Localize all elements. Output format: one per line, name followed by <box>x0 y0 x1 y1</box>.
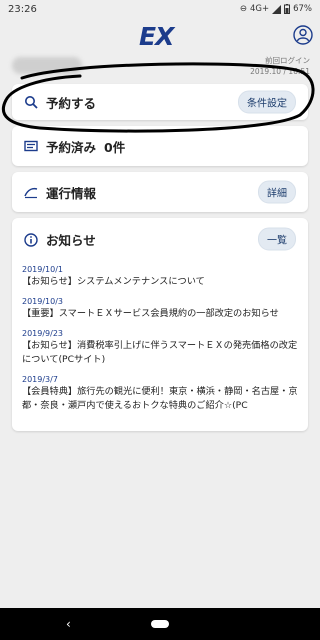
status-bar: 23:26 ⊖ 4G+ 67% <box>0 0 320 18</box>
home-icon[interactable] <box>151 620 169 628</box>
info-icon <box>24 232 38 247</box>
battery-level: 67% <box>293 4 312 14</box>
system-nav-bar: ‹ <box>0 608 320 640</box>
news-item[interactable]: 2019/3/7 【会員特典】旅行先の観光に便利！東京・横浜・静岡・名古屋・京都… <box>22 374 304 413</box>
ticket-icon <box>24 140 38 152</box>
operation-label: 運行情報 <box>46 185 97 201</box>
news-date: 2019/9/23 <box>22 329 64 338</box>
news-item[interactable]: 2019/10/1 【お知らせ】システムメンテナンスについて <box>22 264 304 289</box>
person-icon[interactable] <box>293 25 313 45</box>
news-text[interactable]: 【重要】スマートＥＸサービス会員規約の一部改定のお知らせ <box>22 307 304 321</box>
last-login-label: 前回ログイン <box>265 56 310 65</box>
news-list: 2019/10/1 【お知らせ】システムメンテナンスについて 2019/10/3… <box>22 264 304 420</box>
condition-settings-button[interactable]: 条件設定 <box>238 90 296 114</box>
news-title: お知らせ <box>46 233 96 248</box>
booked-card[interactable]: 予約済み 0件 <box>12 126 308 166</box>
network-label: 4G+ <box>249 4 270 14</box>
status-icons: ⊖ 4G+ 67% <box>240 4 312 14</box>
news-text[interactable]: 【お知らせ】システムメンテナンスについて <box>22 275 304 289</box>
news-text[interactable]: 【お知らせ】消費税率引上げに伴うスマートＥＸの発売価格の改定について(PCサイト… <box>22 339 304 367</box>
back-icon[interactable]: ‹ <box>66 617 71 631</box>
reserve-card[interactable]: 予約する 条件設定 <box>12 84 308 120</box>
news-header: お知らせ <box>24 230 96 249</box>
news-card: お知らせ 一覧 2019/10/1 【お知らせ】システムメンテナンスについて 2… <box>12 218 308 431</box>
news-date: 2019/10/1 <box>22 265 64 274</box>
operation-detail-button[interactable]: 詳細 <box>258 180 296 204</box>
last-login: 前回ログイン 2019.10 / 16:51 <box>250 55 310 77</box>
signal-icon <box>272 4 282 14</box>
news-date: 2019/3/7 <box>22 375 58 384</box>
booked-count: 0件 <box>104 139 126 155</box>
operation-card[interactable]: 運行情報 詳細 <box>12 172 308 212</box>
news-list-button[interactable]: 一覧 <box>258 227 296 251</box>
news-item[interactable]: 2019/10/3 【重要】スマートＥＸサービス会員規約の一部改定のお知らせ <box>22 296 304 321</box>
train-icon <box>24 187 38 199</box>
reserve-label: 予約する <box>46 95 97 111</box>
news-text[interactable]: 【会員特典】旅行先の観光に便利！東京・横浜・静岡・名古屋・京都・奈良・瀬戸内で使… <box>22 385 304 413</box>
status-time: 23:26 <box>8 3 37 15</box>
news-date: 2019/10/3 <box>22 297 64 306</box>
battery-icon <box>284 4 291 14</box>
news-item[interactable]: 2019/9/23 【お知らせ】消費税率引上げに伴うスマートＥＸの発売価格の改定… <box>22 328 304 367</box>
booked-label: 予約済み <box>46 139 97 155</box>
user-row: 前回ログイン 2019.10 / 16:51 <box>0 52 320 82</box>
user-name-redacted <box>12 57 82 74</box>
last-login-time: 2019.10 / 16:51 <box>250 67 310 76</box>
ex-logo: EX <box>139 22 174 51</box>
search-icon <box>25 96 38 109</box>
alarm-icon: ⊖ <box>239 4 247 14</box>
